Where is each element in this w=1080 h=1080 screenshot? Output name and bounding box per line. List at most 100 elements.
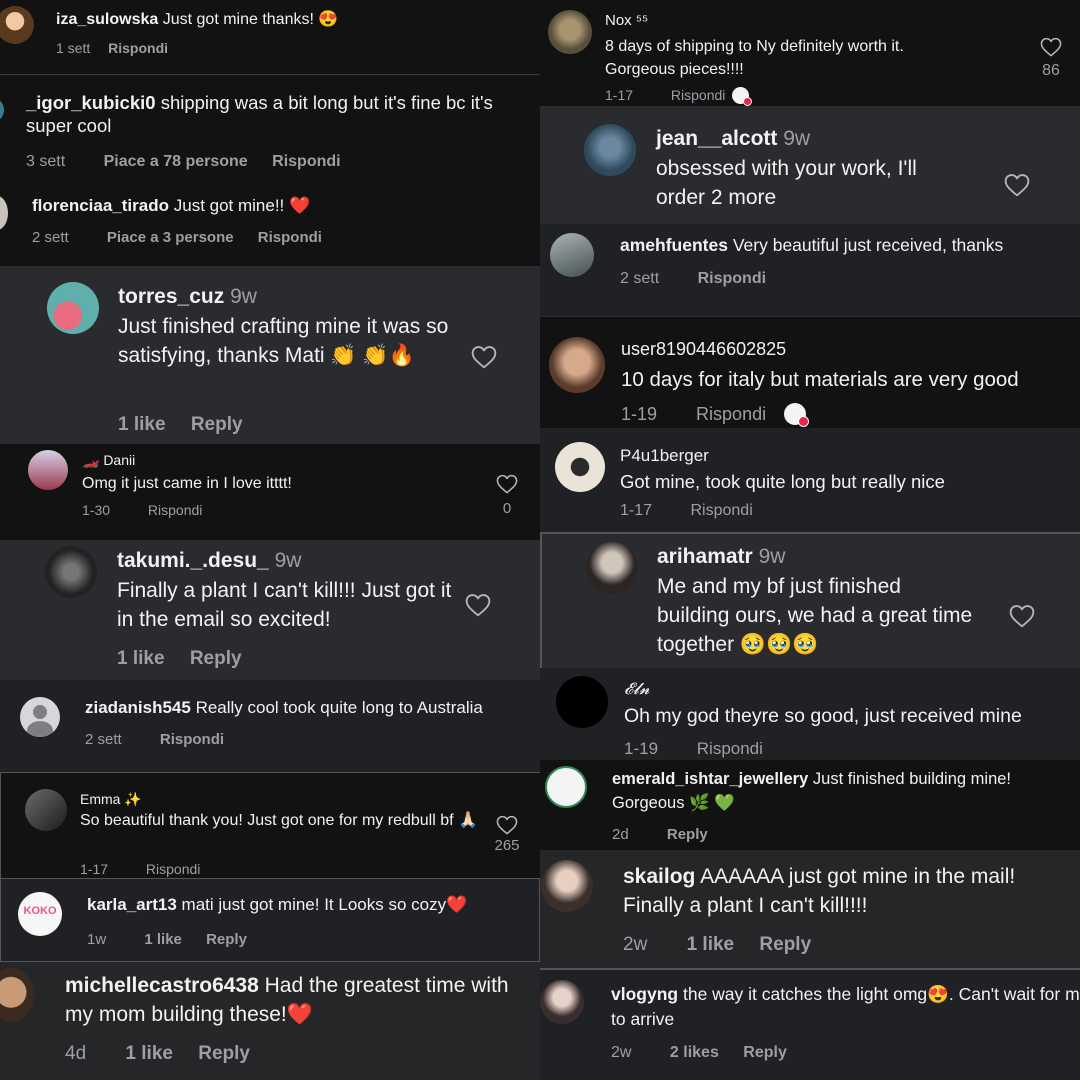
like-count: 1 like xyxy=(125,1043,173,1064)
reply-button[interactable]: Rispondi xyxy=(697,739,763,758)
avatar[interactable] xyxy=(0,98,4,122)
default-avatar-icon[interactable] xyxy=(20,697,60,737)
like-count: 265 xyxy=(494,837,520,854)
comment-time: 2 sett xyxy=(32,229,69,246)
like-count: Piace a 3 persone xyxy=(106,229,234,246)
comment-time: 1-19 xyxy=(621,404,658,424)
avatar[interactable] xyxy=(540,980,584,1024)
comment-username[interactable]: takumi._.desu_ xyxy=(117,549,269,572)
reply-button[interactable]: Rispondi xyxy=(160,731,224,748)
comment-iza: iza_sulowska Just got mine thanks! 😍 1 s… xyxy=(0,0,540,75)
comment-michelle: michellecastro6438 Had the greatest time… xyxy=(0,962,540,1080)
comment-age: 9w xyxy=(274,549,302,572)
avatar[interactable] xyxy=(550,233,594,277)
reply-button[interactable]: Rispondi xyxy=(108,40,168,56)
avatar[interactable] xyxy=(47,282,99,334)
comment-username[interactable]: jean__alcott xyxy=(656,127,777,150)
comment-text: 8 days of shipping to Ny definitely wort… xyxy=(605,38,904,79)
like-count: 1 like xyxy=(117,648,165,669)
reply-button[interactable]: Rispondi xyxy=(148,502,202,518)
reply-button[interactable]: Rispondi xyxy=(698,270,766,287)
comment-time: 1-17 xyxy=(605,87,634,103)
comment-username[interactable]: emerald_ishtar_jewellery xyxy=(612,770,808,788)
heart-outline-icon[interactable] xyxy=(1040,37,1062,57)
comment-username[interactable]: ziadanish545 xyxy=(85,698,191,717)
comment-text: the way it catches the light omg😍. Can't… xyxy=(611,984,1080,1029)
avatar[interactable] xyxy=(45,546,97,598)
avatar[interactable] xyxy=(0,968,34,1022)
comment-username[interactable]: _igor_kubicki0 xyxy=(26,92,156,113)
comment-text: Got mine, took quite long but really nic… xyxy=(620,471,945,492)
comment-time: 3 sett xyxy=(26,153,66,170)
reply-button[interactable]: Rispondi xyxy=(272,153,340,170)
comment-danii: 🏎️ Danii Omg it just came in I love ittt… xyxy=(0,444,540,540)
comment-time: 2 sett xyxy=(620,270,660,287)
comment-time: 1-17 xyxy=(80,861,109,877)
comment-username[interactable]: iza_sulowska xyxy=(56,11,158,28)
comment-username[interactable]: Emma ✨ xyxy=(80,791,142,808)
avatar[interactable] xyxy=(586,542,638,594)
comment-username[interactable]: florenciaa_tirado xyxy=(32,196,169,215)
avatar[interactable] xyxy=(545,766,587,808)
comment-username[interactable]: karla_art13 xyxy=(87,895,177,914)
comment-username[interactable]: 𝓔𝓵𝓷 xyxy=(624,680,650,700)
avatar[interactable] xyxy=(0,196,8,230)
heart-outline-icon[interactable] xyxy=(496,474,518,494)
comment-username[interactable]: amehfuentes xyxy=(620,235,728,255)
reply-button[interactable]: Reply xyxy=(667,826,708,843)
comment-time: 2w xyxy=(611,1044,632,1061)
comment-time: 1w xyxy=(87,931,107,948)
comment-time: 2 sett xyxy=(85,731,122,748)
avatar[interactable] xyxy=(541,860,593,912)
comment-age: 9w xyxy=(758,545,786,568)
avatar[interactable]: KOKO xyxy=(18,892,62,936)
comment-username[interactable]: torres_cuz xyxy=(118,285,224,308)
comment-username[interactable]: arihamatr xyxy=(657,545,753,568)
comment-username[interactable]: user8190446602825 xyxy=(621,339,786,361)
reply-button[interactable]: Reply xyxy=(759,934,811,955)
like-count: 1 like xyxy=(686,934,735,955)
avatar[interactable] xyxy=(548,10,592,54)
comment-username[interactable]: Nox ⁵⁵ xyxy=(605,12,648,30)
comment-time: 4d xyxy=(65,1043,87,1064)
comment-time: 1 sett xyxy=(56,40,91,56)
reply-button[interactable]: Reply xyxy=(206,931,247,948)
heart-outline-icon[interactable] xyxy=(465,593,491,617)
avatar[interactable] xyxy=(0,6,34,44)
comment-text: Finally a plant I can't kill!!! Just got… xyxy=(117,579,452,632)
comment-username[interactable]: skailog xyxy=(623,865,695,888)
reply-button[interactable]: Reply xyxy=(190,648,242,669)
heart-outline-icon[interactable] xyxy=(496,815,518,835)
comment-emma: Emma ✨ So beautiful thank you! Just got … xyxy=(0,772,540,878)
comment-text: Just finished crafting mine it was so sa… xyxy=(118,315,449,368)
reply-button[interactable]: Rispondi xyxy=(671,87,725,103)
comment-text: Oh my god theyre so good, just received … xyxy=(624,705,1022,727)
like-count: 2 likes xyxy=(669,1044,719,1061)
comment-ziadanish: ziadanish545 Really cool took quite long… xyxy=(0,680,540,772)
reply-button[interactable]: Rispondi xyxy=(696,404,766,424)
heart-outline-icon[interactable] xyxy=(471,345,497,369)
heart-outline-icon[interactable] xyxy=(1009,604,1035,628)
comment-emerald: emerald_ishtar_jewellery Just finished b… xyxy=(540,760,1080,850)
avatar[interactable] xyxy=(549,337,605,393)
comment-time: 1-30 xyxy=(82,502,111,518)
reply-button[interactable]: Rispondi xyxy=(146,861,200,877)
avatar[interactable] xyxy=(25,789,67,831)
avatar[interactable] xyxy=(584,124,636,176)
comment-time: 2d xyxy=(612,826,629,843)
heart-outline-icon[interactable] xyxy=(1004,173,1030,197)
avatar[interactable] xyxy=(28,450,68,490)
avatar[interactable] xyxy=(555,442,605,492)
comment-username[interactable]: vlogyng xyxy=(611,984,678,1004)
comment-username[interactable]: P4u1berger xyxy=(620,446,709,467)
avatar[interactable] xyxy=(556,676,608,728)
reply-button[interactable]: Rispondi xyxy=(258,229,322,246)
comment-username[interactable]: 🏎️ Danii xyxy=(82,452,135,469)
reply-button[interactable]: Reply xyxy=(191,414,243,435)
reply-button[interactable]: Rispondi xyxy=(690,502,752,519)
reply-button[interactable]: Reply xyxy=(743,1044,787,1061)
reply-button[interactable]: Reply xyxy=(198,1043,250,1064)
comment-text: Really cool took quite long to Australia xyxy=(195,698,483,717)
comment-text: mati just got mine! It Looks so cozy❤️ xyxy=(181,895,468,914)
comment-username[interactable]: michellecastro6438 xyxy=(65,974,259,997)
